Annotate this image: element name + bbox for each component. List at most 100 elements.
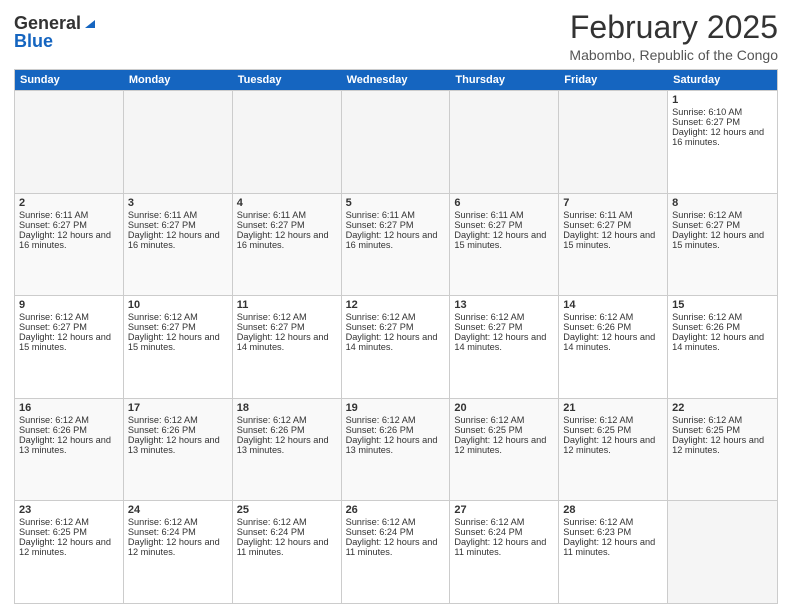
sunset-text: Sunset: 6:26 PM <box>19 425 119 435</box>
sunrise-text: Sunrise: 6:12 AM <box>454 517 554 527</box>
location-title: Mabombo, Republic of the Congo <box>569 47 778 63</box>
sunrise-text: Sunrise: 6:12 AM <box>563 517 663 527</box>
calendar-cell-24: 24Sunrise: 6:12 AMSunset: 6:24 PMDayligh… <box>124 501 233 603</box>
sunrise-text: Sunrise: 6:11 AM <box>237 210 337 220</box>
calendar-cell-22: 22Sunrise: 6:12 AMSunset: 6:25 PMDayligh… <box>668 399 777 501</box>
calendar-cell-13: 13Sunrise: 6:12 AMSunset: 6:27 PMDayligh… <box>450 296 559 398</box>
daylight-hours-text: Daylight: 12 hours and 13 minutes. <box>346 435 446 455</box>
sunrise-text: Sunrise: 6:11 AM <box>346 210 446 220</box>
day-number: 13 <box>454 299 554 311</box>
daylight-hours-text: Daylight: 12 hours and 12 minutes. <box>454 435 554 455</box>
sunset-text: Sunset: 6:25 PM <box>19 527 119 537</box>
sunrise-text: Sunrise: 6:12 AM <box>237 312 337 322</box>
day-number: 9 <box>19 299 119 311</box>
sunrise-text: Sunrise: 6:12 AM <box>672 312 773 322</box>
calendar-cell-21: 21Sunrise: 6:12 AMSunset: 6:25 PMDayligh… <box>559 399 668 501</box>
sunset-text: Sunset: 6:27 PM <box>346 220 446 230</box>
sunrise-text: Sunrise: 6:12 AM <box>563 312 663 322</box>
sunset-text: Sunset: 6:26 PM <box>346 425 446 435</box>
daylight-hours-text: Daylight: 12 hours and 12 minutes. <box>563 435 663 455</box>
daylight-hours-text: Daylight: 12 hours and 14 minutes. <box>346 332 446 352</box>
day-number: 5 <box>346 197 446 209</box>
sunrise-text: Sunrise: 6:12 AM <box>128 312 228 322</box>
day-number: 19 <box>346 402 446 414</box>
sunset-text: Sunset: 6:27 PM <box>563 220 663 230</box>
day-number: 22 <box>672 402 773 414</box>
daylight-hours-text: Daylight: 12 hours and 16 minutes. <box>128 230 228 250</box>
day-number: 20 <box>454 402 554 414</box>
calendar-cell-7: 7Sunrise: 6:11 AMSunset: 6:27 PMDaylight… <box>559 194 668 296</box>
sunset-text: Sunset: 6:24 PM <box>237 527 337 537</box>
daylight-hours-text: Daylight: 12 hours and 11 minutes. <box>454 537 554 557</box>
weekday-header-tuesday: Tuesday <box>233 70 342 90</box>
calendar-cell-1: 1Sunrise: 6:10 AMSunset: 6:27 PMDaylight… <box>668 91 777 193</box>
sunrise-text: Sunrise: 6:12 AM <box>672 210 773 220</box>
sunset-text: Sunset: 6:27 PM <box>128 322 228 332</box>
day-number: 26 <box>346 504 446 516</box>
daylight-hours-text: Daylight: 12 hours and 12 minutes. <box>19 537 119 557</box>
day-number: 6 <box>454 197 554 209</box>
sunrise-text: Sunrise: 6:11 AM <box>454 210 554 220</box>
sunrise-text: Sunrise: 6:12 AM <box>454 415 554 425</box>
sunrise-text: Sunrise: 6:12 AM <box>19 517 119 527</box>
calendar-cell-14: 14Sunrise: 6:12 AMSunset: 6:26 PMDayligh… <box>559 296 668 398</box>
day-number: 16 <box>19 402 119 414</box>
calendar-cell-11: 11Sunrise: 6:12 AMSunset: 6:27 PMDayligh… <box>233 296 342 398</box>
calendar-cell-5: 5Sunrise: 6:11 AMSunset: 6:27 PMDaylight… <box>342 194 451 296</box>
sunrise-text: Sunrise: 6:12 AM <box>563 415 663 425</box>
sunrise-text: Sunrise: 6:11 AM <box>563 210 663 220</box>
daylight-hours-text: Daylight: 12 hours and 14 minutes. <box>672 332 773 352</box>
sunset-text: Sunset: 6:25 PM <box>563 425 663 435</box>
daylight-hours-text: Daylight: 12 hours and 14 minutes. <box>454 332 554 352</box>
sunrise-text: Sunrise: 6:12 AM <box>128 415 228 425</box>
weekday-header-wednesday: Wednesday <box>342 70 451 90</box>
sunrise-text: Sunrise: 6:12 AM <box>346 517 446 527</box>
calendar-cell-15: 15Sunrise: 6:12 AMSunset: 6:26 PMDayligh… <box>668 296 777 398</box>
daylight-hours-text: Daylight: 12 hours and 11 minutes. <box>563 537 663 557</box>
sunset-text: Sunset: 6:25 PM <box>672 425 773 435</box>
sunset-text: Sunset: 6:27 PM <box>19 220 119 230</box>
calendar-cell-4: 4Sunrise: 6:11 AMSunset: 6:27 PMDaylight… <box>233 194 342 296</box>
daylight-hours-text: Daylight: 12 hours and 14 minutes. <box>237 332 337 352</box>
sunrise-text: Sunrise: 6:12 AM <box>346 415 446 425</box>
calendar-cell-empty <box>450 91 559 193</box>
daylight-hours-text: Daylight: 12 hours and 15 minutes. <box>454 230 554 250</box>
sunset-text: Sunset: 6:27 PM <box>128 220 228 230</box>
calendar-cell-6: 6Sunrise: 6:11 AMSunset: 6:27 PMDaylight… <box>450 194 559 296</box>
daylight-hours-text: Daylight: 12 hours and 16 minutes. <box>237 230 337 250</box>
calendar-cell-empty <box>15 91 124 193</box>
calendar-row-3: 16Sunrise: 6:12 AMSunset: 6:26 PMDayligh… <box>15 398 777 501</box>
calendar-cell-12: 12Sunrise: 6:12 AMSunset: 6:27 PMDayligh… <box>342 296 451 398</box>
calendar-cell-empty <box>668 501 777 603</box>
day-number: 4 <box>237 197 337 209</box>
day-number: 10 <box>128 299 228 311</box>
sunset-text: Sunset: 6:25 PM <box>454 425 554 435</box>
calendar-row-1: 2Sunrise: 6:11 AMSunset: 6:27 PMDaylight… <box>15 193 777 296</box>
calendar-cell-3: 3Sunrise: 6:11 AMSunset: 6:27 PMDaylight… <box>124 194 233 296</box>
day-number: 12 <box>346 299 446 311</box>
sunset-text: Sunset: 6:26 PM <box>128 425 228 435</box>
daylight-hours-text: Daylight: 12 hours and 15 minutes. <box>563 230 663 250</box>
sunrise-text: Sunrise: 6:12 AM <box>346 312 446 322</box>
sunset-text: Sunset: 6:27 PM <box>454 322 554 332</box>
daylight-hours-text: Daylight: 12 hours and 13 minutes. <box>19 435 119 455</box>
sunrise-text: Sunrise: 6:12 AM <box>237 517 337 527</box>
calendar-page: General Blue February 2025 Mabombo, Repu… <box>0 0 792 612</box>
sunrise-text: Sunrise: 6:11 AM <box>128 210 228 220</box>
calendar-row-4: 23Sunrise: 6:12 AMSunset: 6:25 PMDayligh… <box>15 500 777 603</box>
daylight-hours-text: Daylight: 12 hours and 15 minutes. <box>672 230 773 250</box>
sunrise-text: Sunrise: 6:12 AM <box>672 415 773 425</box>
calendar-cell-10: 10Sunrise: 6:12 AMSunset: 6:27 PMDayligh… <box>124 296 233 398</box>
day-number: 25 <box>237 504 337 516</box>
calendar-cell-18: 18Sunrise: 6:12 AMSunset: 6:26 PMDayligh… <box>233 399 342 501</box>
calendar-cell-26: 26Sunrise: 6:12 AMSunset: 6:24 PMDayligh… <box>342 501 451 603</box>
weekday-header-thursday: Thursday <box>450 70 559 90</box>
daylight-hours-text: Daylight: 12 hours and 15 minutes. <box>19 332 119 352</box>
day-number: 23 <box>19 504 119 516</box>
calendar-cell-23: 23Sunrise: 6:12 AMSunset: 6:25 PMDayligh… <box>15 501 124 603</box>
weekday-header-monday: Monday <box>124 70 233 90</box>
daylight-hours-text: Daylight: 12 hours and 11 minutes. <box>346 537 446 557</box>
calendar-header: SundayMondayTuesdayWednesdayThursdayFrid… <box>15 70 777 90</box>
day-number: 8 <box>672 197 773 209</box>
day-number: 1 <box>672 94 773 106</box>
